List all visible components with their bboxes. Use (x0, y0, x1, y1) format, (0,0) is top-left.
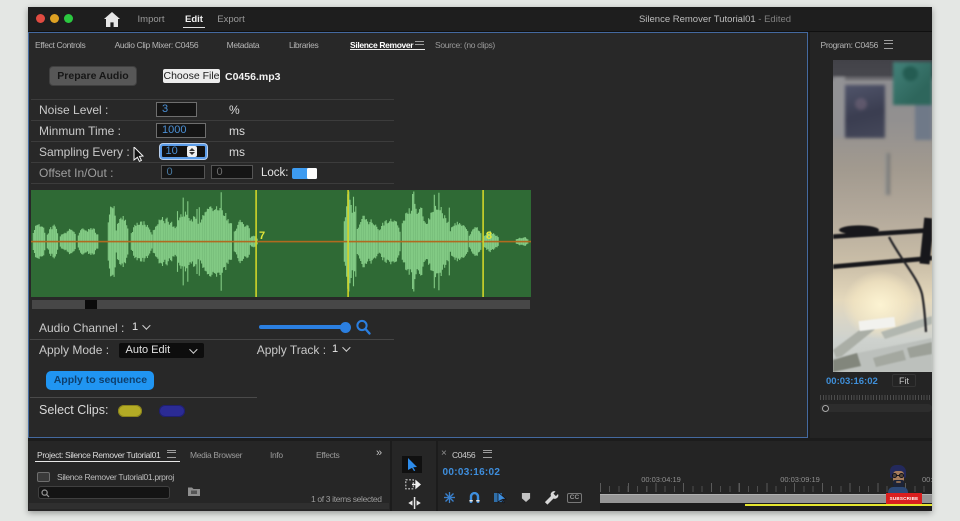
svg-text:8: 8 (486, 230, 492, 242)
svg-text:7: 7 (259, 230, 265, 242)
